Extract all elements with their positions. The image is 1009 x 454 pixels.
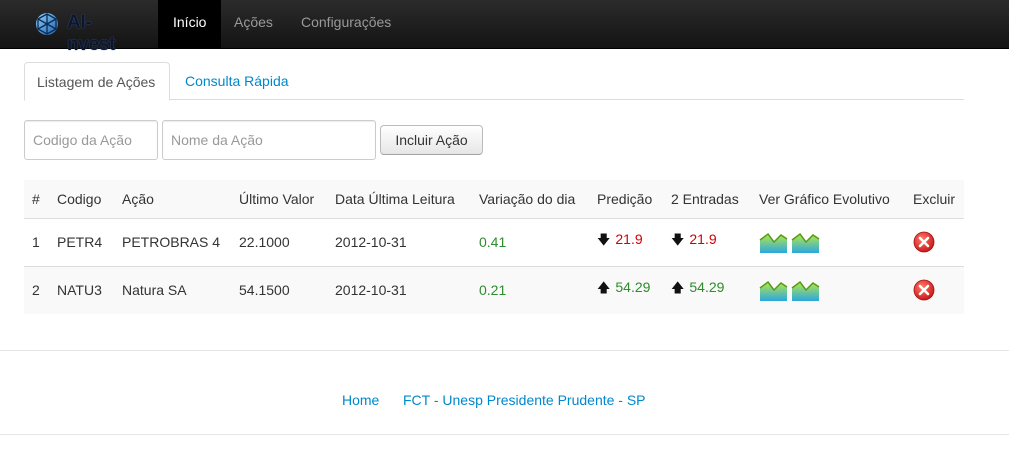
- line-chart-icon[interactable]: [759, 278, 788, 302]
- entradas-value: 21.9: [689, 231, 717, 247]
- acoes-table: # Codigo Ação Último Valor Data Última L…: [24, 180, 964, 314]
- line-chart-icon[interactable]: [791, 278, 820, 302]
- header-excluir: Excluir: [913, 190, 956, 207]
- cell-variacao: 0.21: [479, 282, 507, 299]
- cell-excluir: [905, 266, 964, 314]
- footer-divider-top: [0, 350, 1009, 351]
- cell-ultimo-valor: 54.1500: [239, 282, 290, 299]
- cell-predicao: 🡅 54.29: [589, 266, 663, 314]
- footer-home-link[interactable]: Home: [342, 392, 379, 408]
- line-chart-icon[interactable]: [791, 230, 820, 254]
- cell-codigo: NATU3: [57, 282, 102, 299]
- cell-num: 1: [32, 234, 40, 250]
- brand-name: AI-nvest: [67, 12, 116, 55]
- line-chart-icon[interactable]: [759, 230, 788, 254]
- footer-divider-bottom: [0, 434, 1009, 435]
- cell-data: 2012-10-31: [335, 234, 407, 250]
- predicao-value: 21.9: [615, 231, 643, 247]
- arrow-up-icon: 🡅: [671, 280, 685, 296]
- tab-listagem-acoes[interactable]: Listagem de Ações: [24, 62, 170, 101]
- cell-ultimo-valor: 22.1000: [239, 234, 290, 250]
- header-predicao: Predição: [597, 190, 653, 207]
- cell-acao: Natura SA: [122, 282, 187, 299]
- header-num: #: [32, 190, 40, 207]
- header-codigo: Codigo: [57, 190, 102, 207]
- entradas-value: 54.29: [689, 279, 725, 296]
- nav-inicio[interactable]: Início: [158, 0, 222, 49]
- tab-consulta-rapida[interactable]: Consulta Rápida: [173, 62, 301, 101]
- cell-predicao: 🡇 21.9: [589, 218, 663, 266]
- header-grafico: Ver Gráfico Evolutivo: [759, 190, 890, 207]
- cell-grafico: [751, 218, 905, 266]
- cell-grafico: [751, 266, 905, 314]
- cell-codigo: PETR4: [57, 234, 103, 250]
- codigo-input[interactable]: [24, 120, 158, 160]
- table-header-row: # Codigo Ação Último Valor Data Última L…: [24, 180, 964, 218]
- predicao-value: 54.29: [615, 279, 651, 296]
- incluir-acao-button[interactable]: Incluir Ação: [380, 125, 483, 155]
- arrow-down-icon: 🡇: [597, 232, 611, 247]
- table-row: 1 PETR4 PETROBRAS 4 22.1000 2012-10-31 0…: [24, 218, 964, 266]
- globe-logo-icon: [36, 13, 58, 35]
- header-acao: Ação: [122, 190, 154, 207]
- cell-entradas: 🡇 21.9: [663, 218, 751, 266]
- cell-acao: PETROBRAS 4: [122, 234, 221, 250]
- arrow-down-icon: 🡇: [671, 232, 685, 247]
- nav-configuracoes[interactable]: Configurações: [286, 0, 406, 49]
- footer-fct-link[interactable]: FCT - Unesp Presidente Prudente - SP: [403, 392, 646, 408]
- delete-icon[interactable]: [913, 231, 935, 253]
- brand[interactable]: AI-nvest: [33, 11, 115, 55]
- delete-icon[interactable]: [913, 279, 935, 301]
- cell-num: 2: [32, 282, 40, 299]
- header-data-leitura: Data Última Leitura: [335, 190, 455, 207]
- table-row: 2 NATU3 Natura SA 54.1500 2012-10-31 0.2…: [24, 266, 964, 314]
- nome-input[interactable]: [162, 120, 376, 160]
- tab-bar: Listagem de Ações Consulta Rápida: [24, 62, 964, 101]
- nav-acoes[interactable]: Ações: [219, 0, 288, 49]
- header-variacao: Variação do dia: [479, 190, 576, 207]
- cell-excluir: [905, 218, 964, 266]
- cell-data: 2012-10-31: [335, 282, 407, 299]
- top-navbar: AI-nvest Início Ações Configurações: [0, 0, 1009, 55]
- arrow-up-icon: 🡅: [597, 280, 611, 296]
- header-ultimo-valor: Último Valor: [239, 190, 315, 207]
- cell-variacao: 0.41: [479, 234, 507, 250]
- cell-entradas: 🡅 54.29: [663, 266, 751, 314]
- header-entradas: 2 Entradas: [671, 190, 739, 207]
